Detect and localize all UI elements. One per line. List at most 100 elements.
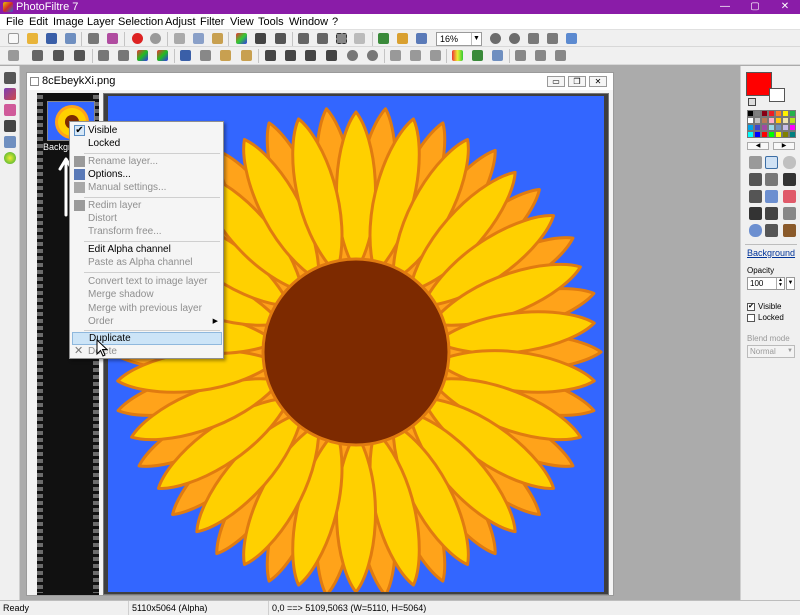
doc-minimize-button[interactable]: ▭ — [547, 76, 565, 87]
hue-icon[interactable] — [157, 50, 168, 61]
palette-swatch[interactable] — [768, 117, 775, 124]
opacity-input[interactable]: 100 ▲ ▼ — [747, 277, 785, 290]
scanner-icon[interactable] — [107, 33, 118, 44]
palette-swatch[interactable] — [768, 131, 775, 138]
chevron-down-icon[interactable]: ▼ — [471, 33, 481, 45]
palette-prev-button[interactable]: ◀ — [747, 142, 769, 150]
smudge-icon[interactable] — [765, 207, 778, 220]
palette-swatch[interactable] — [761, 131, 768, 138]
auto-levels-icon[interactable] — [220, 50, 231, 61]
sharpen-icon[interactable] — [180, 50, 191, 61]
swap-colors-icon[interactable] — [748, 98, 756, 106]
resize-image-icon[interactable] — [298, 33, 309, 44]
palette-swatch[interactable] — [747, 124, 754, 131]
save-icon[interactable] — [46, 33, 57, 44]
save-as-icon[interactable] — [65, 33, 76, 44]
open-folder-icon[interactable] — [27, 33, 38, 44]
menu-help[interactable]: ? — [330, 14, 340, 30]
palette-swatch[interactable] — [747, 131, 754, 138]
color-adjust-icon[interactable] — [236, 33, 247, 44]
move-right-icon[interactable] — [74, 50, 85, 61]
spray-icon[interactable] — [765, 190, 778, 203]
selection-tool-icon[interactable] — [765, 156, 778, 169]
water-icon[interactable] — [367, 50, 378, 61]
html-export-icon[interactable] — [4, 120, 16, 132]
menu-layer[interactable]: Layer — [85, 14, 117, 30]
palette-swatch[interactable] — [782, 117, 789, 124]
frame-icon[interactable] — [535, 50, 546, 61]
globe-icon[interactable] — [4, 152, 16, 164]
drop-icon[interactable] — [347, 50, 358, 61]
effect-4-icon[interactable] — [326, 50, 337, 61]
opacity-dropdown-icon[interactable]: ▼ — [786, 277, 795, 290]
grayscale-icon[interactable] — [275, 33, 286, 44]
menu-image[interactable]: Image — [51, 14, 86, 30]
paste-icon[interactable] — [212, 33, 223, 44]
menu-adjust[interactable]: Adjust — [163, 14, 198, 30]
texture-icon[interactable] — [555, 50, 566, 61]
triangle-2-icon[interactable] — [410, 50, 421, 61]
menu-selection[interactable]: Selection — [116, 14, 165, 30]
magic-wand-icon[interactable] — [765, 173, 778, 186]
menu-item-visible[interactable]: ✔ Visible — [72, 124, 222, 137]
grid-icon[interactable] — [515, 50, 526, 61]
menu-item-paste-as-alpha[interactable]: Paste as Alpha channel — [72, 256, 222, 269]
menu-file[interactable]: File — [4, 14, 26, 30]
palette-swatch[interactable] — [789, 117, 796, 124]
opacity-spinner-icon[interactable]: ▲ ▼ — [776, 278, 784, 289]
menu-filter[interactable]: Filter — [198, 14, 226, 30]
rgb-icon[interactable] — [137, 50, 148, 61]
menu-item-duplicate[interactable]: Duplicate — [72, 332, 222, 345]
close-button[interactable]: ✕ — [770, 0, 800, 14]
menu-item-merge-previous[interactable]: Merge with previous layer — [72, 302, 222, 315]
menu-item-edit-alpha-channel[interactable]: Edit Alpha channel — [72, 243, 222, 256]
undo-icon[interactable] — [132, 33, 143, 44]
pen-icon[interactable] — [765, 224, 778, 237]
blend-mode-select[interactable]: Normal ▼ — [747, 345, 795, 358]
palette-swatch[interactable] — [747, 117, 754, 124]
cut-icon[interactable] — [174, 33, 185, 44]
actual-size-icon[interactable] — [528, 33, 539, 44]
select-tool-icon[interactable] — [8, 50, 19, 61]
flip-vertical-icon[interactable] — [118, 50, 129, 61]
menu-item-order[interactable]: Order ▶ — [72, 315, 222, 328]
move-left-icon[interactable] — [53, 50, 64, 61]
eyedropper-icon[interactable] — [749, 173, 762, 186]
palette-swatch[interactable] — [754, 110, 761, 117]
menu-view[interactable]: View — [228, 14, 256, 30]
palette-swatch[interactable] — [782, 110, 789, 117]
stamp-icon[interactable] — [783, 207, 796, 220]
visible-checkbox[interactable]: ✔ — [747, 303, 755, 311]
menu-item-distort[interactable]: Distort — [72, 212, 222, 225]
palette-swatch[interactable] — [789, 110, 796, 117]
menu-window[interactable]: Window — [287, 14, 330, 30]
fullscreen-icon[interactable] — [566, 33, 577, 44]
minimize-button[interactable]: — — [710, 0, 740, 14]
palette-swatch[interactable] — [775, 117, 782, 124]
palette-swatch[interactable] — [775, 131, 782, 138]
effect-2-icon[interactable] — [285, 50, 296, 61]
doc-close-button[interactable]: ✕ — [589, 76, 607, 87]
explorer-icon[interactable] — [4, 72, 16, 84]
mask-icon[interactable] — [472, 50, 483, 61]
palette-swatch[interactable] — [775, 124, 782, 131]
palette-swatch[interactable] — [789, 131, 796, 138]
menu-item-rename-layer[interactable]: Rename layer... — [72, 155, 222, 168]
palette-swatch[interactable] — [768, 124, 775, 131]
contrast-icon[interactable] — [255, 33, 266, 44]
hand-tool-icon[interactable] — [783, 156, 796, 169]
menu-item-delete[interactable]: ✕ Delete — [72, 345, 222, 358]
effect-3-icon[interactable] — [305, 50, 316, 61]
effect-1-icon[interactable] — [265, 50, 276, 61]
print-icon[interactable] — [88, 33, 99, 44]
menu-item-options[interactable]: Options... — [72, 168, 222, 181]
menu-item-convert-text[interactable]: Convert text to image layer — [72, 275, 222, 288]
palette-next-button[interactable]: ▶ — [773, 142, 795, 150]
clone-icon[interactable] — [783, 224, 796, 237]
fill-bucket-icon[interactable] — [749, 190, 762, 203]
canvas-size-icon[interactable] — [317, 33, 328, 44]
zoom-in-icon[interactable] — [490, 33, 501, 44]
palette-swatch[interactable] — [768, 110, 775, 117]
palette-swatch[interactable] — [747, 110, 754, 117]
locked-checkbox[interactable] — [747, 314, 755, 322]
